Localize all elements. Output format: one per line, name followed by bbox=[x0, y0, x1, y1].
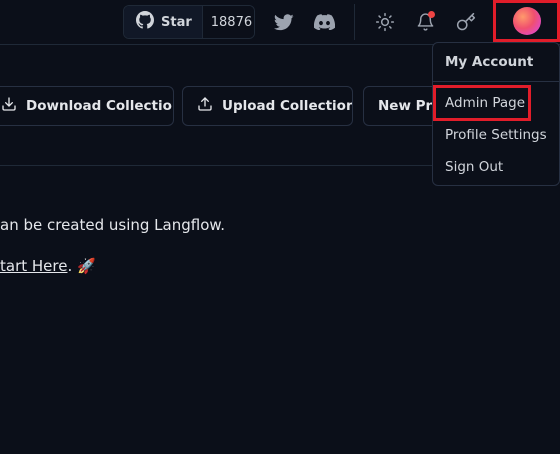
menu-item-sign-out[interactable]: Sign Out bbox=[445, 159, 503, 175]
start-here-link[interactable]: tart Here bbox=[0, 257, 67, 275]
start-here-line: tart Here. 🚀 bbox=[0, 257, 96, 275]
upload-collection-label: Upload Collection bbox=[222, 98, 353, 114]
github-star-button[interactable]: Star bbox=[124, 6, 202, 38]
avatar-button[interactable] bbox=[493, 0, 560, 42]
bell-icon[interactable] bbox=[414, 11, 436, 33]
menu-title: My Account bbox=[445, 54, 534, 70]
github-icon bbox=[136, 11, 154, 33]
download-collection-button[interactable]: Download Collection bbox=[0, 86, 174, 126]
header-divider bbox=[354, 4, 355, 40]
twitter-icon[interactable] bbox=[273, 11, 295, 33]
rocket-suffix: . 🚀 bbox=[67, 257, 96, 275]
key-icon[interactable] bbox=[455, 11, 477, 33]
admin-page-highlight bbox=[433, 85, 531, 121]
upload-icon bbox=[197, 96, 213, 116]
star-count: 18876 bbox=[201, 6, 254, 38]
empty-state-text: an be created using Langflow. bbox=[0, 216, 226, 234]
top-header: Star 18876 bbox=[0, 0, 560, 45]
discord-icon[interactable] bbox=[313, 11, 335, 33]
avatar bbox=[512, 7, 541, 35]
download-icon bbox=[1, 96, 17, 116]
upload-collection-button[interactable]: Upload Collection bbox=[182, 86, 353, 126]
menu-separator bbox=[433, 81, 559, 82]
star-label: Star bbox=[161, 14, 192, 30]
download-collection-label: Download Collection bbox=[26, 98, 174, 114]
page: Star 18876 Download Collection Upload Co… bbox=[0, 0, 560, 454]
menu-item-profile-settings[interactable]: Profile Settings bbox=[445, 127, 547, 143]
sun-icon[interactable] bbox=[374, 11, 396, 33]
notification-dot bbox=[428, 11, 435, 18]
github-star-group[interactable]: Star 18876 bbox=[123, 5, 255, 39]
